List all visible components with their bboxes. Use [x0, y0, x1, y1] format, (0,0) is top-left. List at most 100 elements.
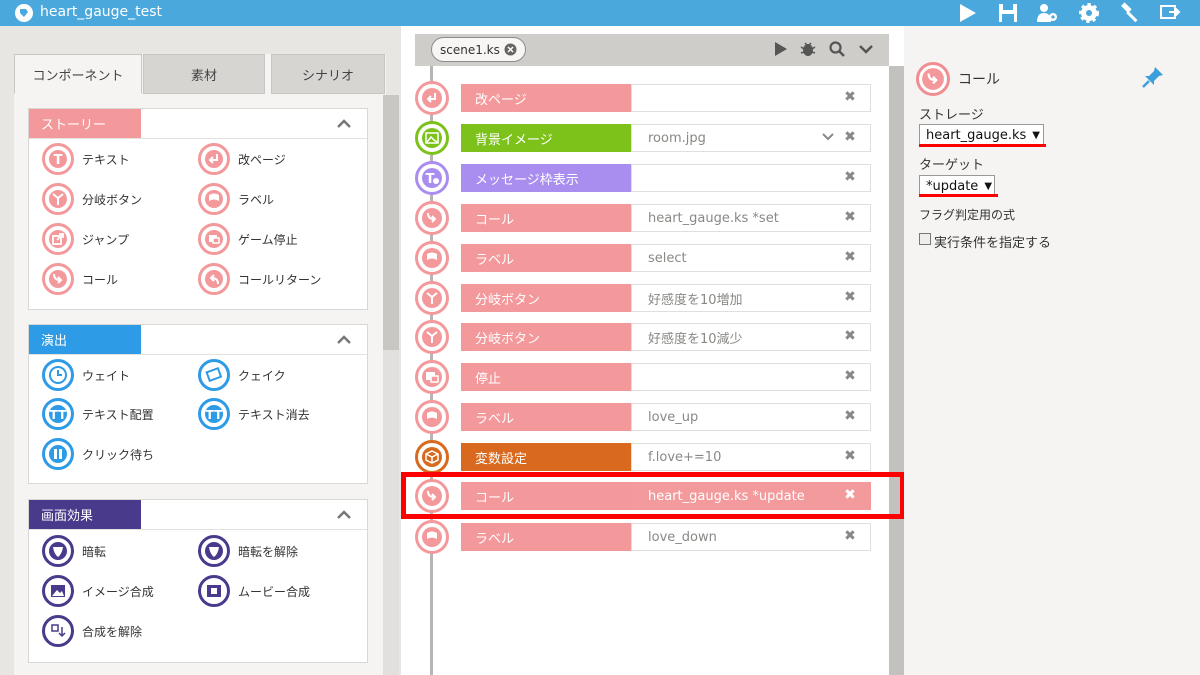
- row-value[interactable]: [631, 164, 871, 192]
- comp-composite-release[interactable]: 合成を解除: [42, 615, 142, 647]
- exit-icon[interactable]: [1157, 1, 1183, 25]
- delete-icon[interactable]: ✖: [841, 367, 859, 385]
- play-icon[interactable]: [954, 1, 980, 25]
- script-row[interactable]: ラベル love_up ✖: [415, 400, 875, 434]
- delete-icon[interactable]: ✖: [841, 527, 859, 545]
- row-value[interactable]: love_down: [631, 523, 871, 551]
- row-value[interactable]: love_up: [631, 403, 871, 431]
- comp-label: テキスト: [82, 152, 130, 167]
- comp-fade-in[interactable]: 暗転を解除: [198, 535, 298, 567]
- delete-icon[interactable]: ✖: [841, 288, 859, 306]
- call-arrow-icon: [415, 201, 449, 235]
- shield-dark-icon: [42, 535, 74, 567]
- left-scrollbar[interactable]: [383, 95, 399, 675]
- script-row[interactable]: 改ページ ✖: [415, 81, 875, 115]
- comp-jump[interactable]: ジャンプ: [42, 223, 129, 255]
- section-story-header[interactable]: ストーリー: [29, 109, 367, 139]
- script-row[interactable]: T メッセージ枠表示 ✖: [415, 161, 875, 195]
- call-arrow-icon: [916, 62, 950, 96]
- row-value[interactable]: 好感度を10増加: [631, 284, 871, 312]
- storage-select[interactable]: heart_gauge.ks ▼: [919, 124, 1044, 146]
- tab-scenario[interactable]: シナリオ: [271, 54, 385, 94]
- editor-scrollbar-thumb[interactable]: [889, 66, 904, 675]
- users-gear-icon[interactable]: [1034, 1, 1060, 25]
- storage-select-value: heart_gauge.ks: [926, 127, 1027, 143]
- comp-label-tag[interactable]: ラベル: [198, 183, 274, 215]
- row-value[interactable]: [631, 84, 871, 112]
- comp-newpage[interactable]: 改ページ: [198, 143, 286, 175]
- delete-icon[interactable]: ✖: [841, 128, 859, 146]
- row-value[interactable]: heart_gauge.ks *update: [631, 482, 871, 510]
- row-value[interactable]: [631, 363, 871, 391]
- chevron-up-icon[interactable]: [335, 331, 353, 349]
- gear-icon[interactable]: [1076, 1, 1102, 25]
- editor-scrollbar[interactable]: [889, 66, 904, 675]
- tab-assets[interactable]: 素材: [143, 54, 265, 94]
- delete-icon[interactable]: ✖: [841, 88, 859, 106]
- script-row[interactable]: 変数設定 f.love+=10 ✖: [415, 440, 875, 474]
- row-label: ラベル: [461, 523, 631, 551]
- delete-icon[interactable]: ✖: [841, 447, 859, 465]
- hammer-icon[interactable]: [1116, 1, 1142, 25]
- close-circle-icon[interactable]: [504, 43, 517, 56]
- chevron-down-icon[interactable]: [855, 39, 877, 59]
- comp-wait[interactable]: ウェイト: [42, 359, 130, 391]
- shield-light-icon: [198, 535, 230, 567]
- save-icon[interactable]: [995, 1, 1021, 25]
- chevron-up-icon[interactable]: [335, 115, 353, 133]
- comp-call[interactable]: コール: [42, 263, 118, 295]
- comp-text-layout[interactable]: TT テキスト配置: [42, 398, 154, 430]
- background-image-icon: [415, 121, 449, 155]
- script-row-selected[interactable]: コール heart_gauge.ks *update ✖: [415, 479, 875, 513]
- pin-icon[interactable]: [1140, 64, 1166, 90]
- left-scrollbar-thumb[interactable]: [383, 95, 399, 350]
- chevron-up-icon[interactable]: [335, 506, 353, 524]
- delete-icon[interactable]: ✖: [841, 407, 859, 425]
- play-icon[interactable]: [769, 39, 791, 59]
- comp-quake[interactable]: クェイク: [198, 359, 286, 391]
- pause-icon: [42, 438, 74, 470]
- row-value[interactable]: heart_gauge.ks *set: [631, 204, 871, 232]
- delete-icon[interactable]: ✖: [841, 248, 859, 266]
- section-effects-header[interactable]: 演出: [29, 325, 367, 355]
- row-value[interactable]: f.love+=10: [631, 443, 871, 471]
- comp-text[interactable]: T テキスト: [42, 143, 130, 175]
- comp-click-wait[interactable]: クリック待ち: [42, 438, 154, 470]
- script-row[interactable]: 背景イメージ room.jpg ✖: [415, 121, 875, 155]
- delete-icon[interactable]: ✖: [841, 327, 859, 345]
- script-row[interactable]: 分岐ボタン 好感度を10増加 ✖: [415, 281, 875, 315]
- script-row[interactable]: 停止 ✖: [415, 360, 875, 394]
- flag-icon: [415, 400, 449, 434]
- comp-call-return[interactable]: コールリターン: [198, 263, 321, 295]
- chevron-down-icon[interactable]: [819, 128, 837, 146]
- window-stop-icon: [198, 223, 230, 255]
- comp-fade-out[interactable]: 暗転: [42, 535, 106, 567]
- tab-components[interactable]: コンポーネント: [14, 54, 142, 94]
- section-screen-effects-title: 画面効果: [29, 500, 141, 529]
- flag-icon: [415, 520, 449, 554]
- search-icon[interactable]: [826, 39, 848, 59]
- comp-stop[interactable]: ゲーム停止: [198, 223, 298, 255]
- comp-movie-composite[interactable]: ムービー合成: [198, 575, 310, 607]
- comp-image-composite[interactable]: イメージ合成: [42, 575, 154, 607]
- svg-text:T: T: [54, 153, 63, 168]
- condition-checkbox[interactable]: [919, 233, 931, 245]
- script-row[interactable]: ラベル select ✖: [415, 241, 875, 275]
- script-row[interactable]: ラベル love_down ✖: [415, 520, 875, 554]
- delete-icon[interactable]: ✖: [841, 208, 859, 226]
- target-select-value: *update: [926, 178, 979, 194]
- panel-tabs: コンポーネント 素材 シナリオ: [14, 54, 386, 94]
- row-value[interactable]: select: [631, 244, 871, 272]
- delete-icon[interactable]: ✖: [841, 486, 859, 504]
- row-value[interactable]: 好感度を10減少: [631, 323, 871, 351]
- delete-icon[interactable]: ✖: [841, 168, 859, 186]
- scene-tab[interactable]: scene1.ks: [431, 37, 526, 62]
- script-row[interactable]: 分岐ボタン 好感度を10減少 ✖: [415, 320, 875, 354]
- row-label: コール: [461, 482, 631, 510]
- bug-icon[interactable]: [797, 39, 819, 59]
- comp-branch[interactable]: 分岐ボタン: [42, 183, 142, 215]
- section-screen-effects-header[interactable]: 画面効果: [29, 500, 367, 530]
- flag-icon: [198, 183, 230, 215]
- comp-text-clear[interactable]: TT テキスト消去: [198, 398, 310, 430]
- script-row[interactable]: コール heart_gauge.ks *set ✖: [415, 201, 875, 235]
